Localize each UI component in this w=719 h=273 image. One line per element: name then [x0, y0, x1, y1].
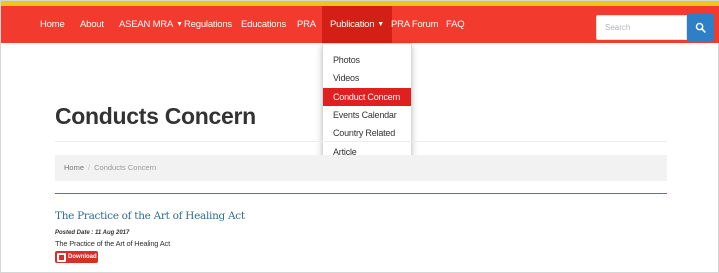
dropdown-item-conduct-concern[interactable]: Conduct Concern: [323, 88, 411, 106]
breadcrumb: Home / Conducts Concern: [55, 155, 667, 181]
caret-down-icon: ▼: [377, 21, 385, 28]
section-divider: [55, 193, 667, 194]
search-icon: [695, 22, 706, 33]
breadcrumb-separator: /: [88, 163, 91, 172]
dropdown-item-events-calendar[interactable]: Events Calendar: [323, 106, 411, 124]
search-input[interactable]: [596, 15, 687, 40]
caret-down-icon: ▼: [176, 21, 183, 28]
nav-item-asean-mra[interactable]: ASEAN MRA ▼: [119, 6, 183, 43]
nav-item-pra[interactable]: PRA: [297, 6, 316, 43]
article-title-link[interactable]: The Practice of the Art of Healing Act: [55, 210, 245, 222]
nav-item-about[interactable]: About: [80, 6, 104, 43]
article-posted-date: Posted Date : 11 Aug 2017: [55, 230, 130, 236]
download-button-label: Download: [68, 254, 97, 260]
nav-item-faq[interactable]: FAQ: [446, 6, 465, 43]
nav-item-asean-mra-label: ASEAN MRA: [119, 19, 174, 30]
title-divider: [55, 141, 667, 142]
publication-dropdown-menu: Photos Videos Conduct Concern Events Cal…: [322, 43, 412, 163]
dropdown-item-photos[interactable]: Photos: [323, 51, 411, 69]
download-button[interactable]: Download: [55, 251, 98, 263]
breadcrumb-home-link[interactable]: Home: [64, 163, 84, 172]
dropdown-item-country-related[interactable]: Country Related: [323, 124, 411, 142]
nav-item-publication-label: Publication: [330, 19, 375, 30]
nav-item-pra-forum[interactable]: PRA Forum: [391, 6, 438, 43]
pdf-icon: [57, 252, 66, 262]
dropdown-item-videos[interactable]: Videos: [323, 69, 411, 87]
search-button[interactable]: [687, 14, 714, 41]
breadcrumb-current: Conducts Concern: [94, 163, 157, 172]
nav-item-home[interactable]: Home: [40, 6, 65, 43]
nav-item-publication[interactable]: Publication ▼: [322, 6, 393, 43]
nav-item-regulations[interactable]: Regulations: [184, 6, 232, 43]
nav-item-educations[interactable]: Educations: [241, 6, 286, 43]
article-description: The Practice of the Art of Healing Act: [55, 239, 170, 248]
page: Home About ASEAN MRA ▼ Regulations Educat…: [0, 0, 719, 273]
page-title: Conducts Concern: [55, 103, 256, 129]
